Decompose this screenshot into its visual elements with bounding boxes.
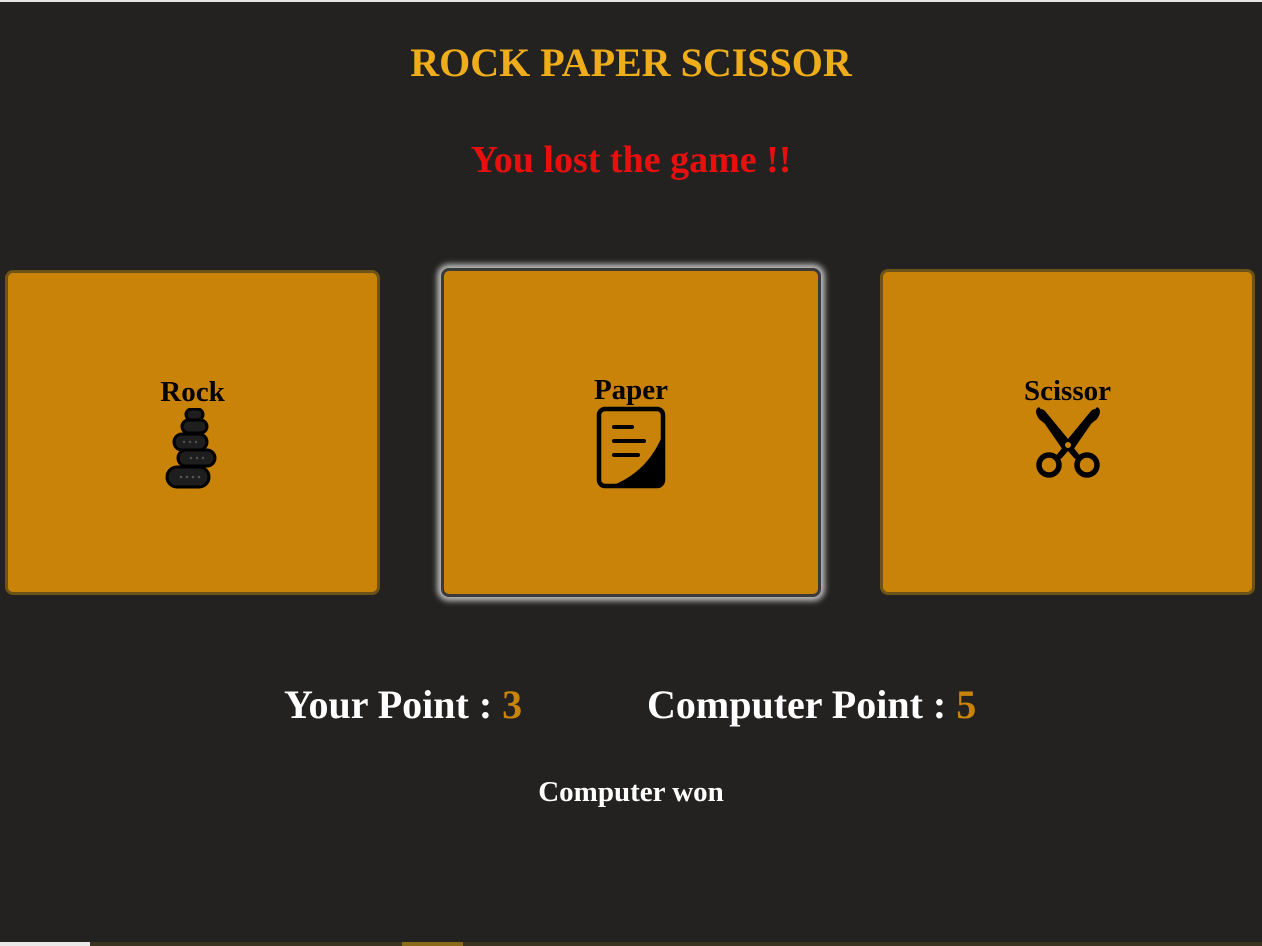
bottom-bar [0, 942, 1262, 946]
round-result: Computer won [538, 776, 724, 808]
paper-label: Paper [593, 374, 669, 406]
scissor-label: Scissor [1024, 375, 1111, 407]
computer-point-display: Computer Point : 5 [647, 680, 976, 730]
game-title: ROCK PAPER SCISSOR [410, 40, 852, 85]
paper-document-icon [596, 406, 666, 495]
game-status-message: You lost the game !! [470, 139, 792, 181]
your-point-label: Your Point : [284, 682, 493, 727]
your-point-value: 3 [502, 682, 523, 727]
rock-choice-card[interactable]: Rock [5, 270, 380, 595]
paper-choice-card[interactable]: Paper [441, 268, 821, 597]
computer-point-label: Computer Point : [647, 682, 947, 727]
top-border [0, 0, 1262, 2]
scissors-icon [1033, 407, 1103, 484]
rock-stack-icon [165, 407, 221, 499]
scissor-choice-card[interactable]: Scissor [880, 269, 1255, 595]
your-point-display: Your Point : 3 [284, 680, 522, 730]
computer-point-value: 5 [956, 682, 977, 727]
bottom-bar-segment [0, 942, 90, 946]
rock-label: Rock [160, 376, 225, 408]
bottom-bar-segment [402, 942, 463, 946]
